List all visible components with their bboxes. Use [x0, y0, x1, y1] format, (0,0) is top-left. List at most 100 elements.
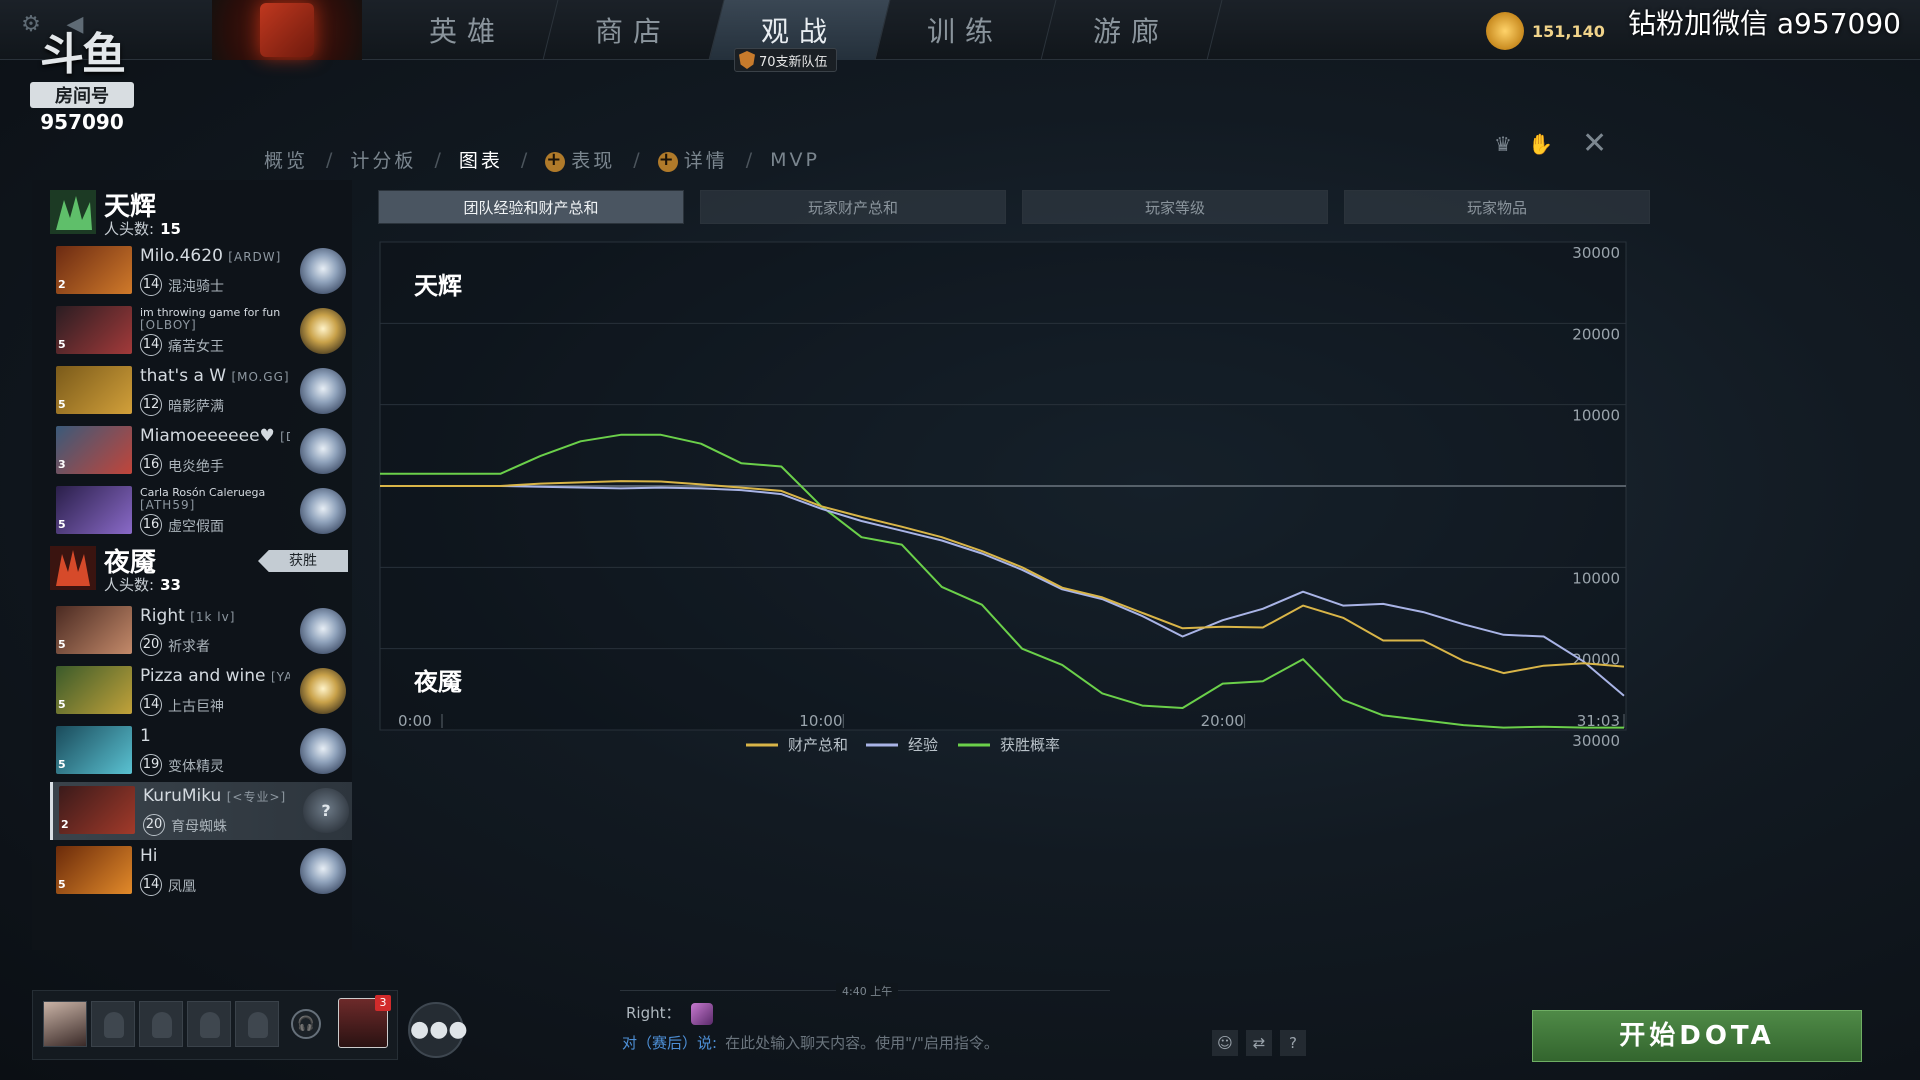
nav-arcade[interactable]: 游廊 — [1041, 0, 1223, 60]
nav-store[interactable]: 商店 — [543, 0, 725, 60]
party-slot-empty[interactable] — [91, 1001, 135, 1047]
crumb-overview[interactable]: 概览 — [264, 146, 308, 173]
party-slot-empty[interactable] — [139, 1001, 183, 1047]
friends-icon[interactable]: ●●● — [408, 1002, 468, 1058]
rank-medal-icon[interactable] — [300, 308, 346, 354]
hero-position: 2 — [58, 278, 66, 291]
rank-medal-icon[interactable] — [300, 668, 346, 714]
hero-portrait[interactable] — [56, 606, 132, 654]
rank-medal-icon[interactable] — [300, 608, 346, 654]
dire-area-label: 夜魇 — [413, 668, 463, 696]
hero-portrait[interactable] — [59, 786, 135, 834]
player-name[interactable]: Milo.4620 [ARDW] — [140, 246, 290, 266]
chat-channel[interactable]: 对（赛后）说: — [622, 1034, 717, 1052]
rank-medal-icon[interactable] — [300, 848, 346, 894]
thumb-icon[interactable]: ✋ — [1528, 132, 1553, 156]
player-row[interactable]: 5 Hi 14 凤凰 — [50, 842, 352, 900]
player-name-text: KuruMiku — [143, 786, 222, 806]
player-row[interactable]: 5 1 19 变体精灵 — [50, 722, 352, 780]
crumb-performance[interactable]: 表现 — [545, 146, 615, 173]
rank-medal-icon[interactable] — [300, 428, 346, 474]
player-row[interactable]: 3 Miamoeeeeee♥ [DETS] 16 电炎绝手 — [50, 422, 352, 480]
dota-logo-button[interactable] — [212, 0, 362, 60]
hero-position: 5 — [58, 338, 66, 351]
player-team-tag: [<专业>] — [226, 790, 287, 804]
hero-portrait[interactable] — [56, 426, 132, 474]
player-row[interactable]: 5 Right [1k lv] 20 祈求者 — [50, 602, 352, 660]
hero-portrait[interactable] — [56, 486, 132, 534]
crumb-separator: / — [745, 148, 753, 171]
rank-medal-icon[interactable]: ? — [303, 788, 349, 834]
player-name[interactable]: Right [1k lv] — [140, 606, 290, 626]
hero-level: 12 — [140, 394, 162, 416]
rank-medal-icon[interactable] — [300, 488, 346, 534]
player-row[interactable]: 5 Carla Rosón Caleruega [ATH59] 16 虚空假面 — [50, 482, 352, 540]
party-slot-empty[interactable] — [235, 1001, 279, 1047]
legend-label: 经验 — [908, 736, 938, 754]
player-name[interactable]: 1 — [140, 726, 290, 746]
chat-input[interactable]: 对（赛后）说: 在此处输入聊天内容。使用"/"启用指令。 — [622, 1032, 999, 1053]
new-teams-badge[interactable]: 70支新队伍 — [734, 48, 837, 72]
legend-label: 财产总和 — [788, 736, 848, 754]
crumb-scoreboard[interactable]: 计分板 — [350, 146, 416, 173]
crumb-graphs[interactable]: 图表 — [459, 146, 503, 173]
nav-watch-label: 观战 — [761, 15, 838, 48]
player-row[interactable]: 5 im throwing game for fun [OLBOY] 14 痛苦女王 — [50, 302, 352, 360]
kills-label: 人头数: — [104, 576, 155, 594]
player-name-text: Pizza and wine — [140, 666, 266, 686]
crumb-details[interactable]: 详情 — [657, 146, 728, 173]
nav-heroes[interactable]: 英雄 — [377, 0, 559, 60]
close-icon[interactable]: ✕ — [1582, 126, 1607, 161]
player-name[interactable]: KuruMiku [<专业>] — [143, 786, 293, 806]
hero-portrait[interactable] — [56, 246, 132, 294]
play-dota-button[interactable]: 开始DOTA — [1532, 1010, 1862, 1062]
graphs-panel: 团队经验和财产总和 玩家财产总和 玩家等级 玩家物品 30000 20000 100… — [352, 180, 1672, 950]
x-tick-label: 10:00 — [799, 712, 842, 730]
rank-medal-icon[interactable] — [300, 248, 346, 294]
player-row[interactable]: 5 Pizza and wine [YAHH] 14 上古巨神 — [50, 662, 352, 720]
voice-chat-icon[interactable]: 🎧 — [291, 1009, 321, 1039]
player-name[interactable]: Miamoeeeeee♥ [DETS] — [140, 426, 290, 446]
room-label: 房间号 — [30, 82, 134, 108]
radiant-emblem-icon — [50, 190, 96, 234]
emoji-icon[interactable]: ☺ — [1212, 1030, 1238, 1056]
player-name[interactable]: Pizza and wine [YAHH] — [140, 666, 290, 686]
hero-name: 虚空假面 — [168, 519, 224, 535]
crumb-mvp[interactable]: MVP — [770, 149, 820, 171]
hero-portrait[interactable] — [56, 306, 132, 354]
nav-store-label: 商店 — [595, 15, 672, 48]
chat-wheel-icon[interactable]: ⇄ — [1246, 1030, 1272, 1056]
player-name[interactable]: im throwing game for fun [OLBOY] — [140, 306, 290, 334]
radiant-kills: 人头数: 15 — [104, 218, 181, 239]
player-team-tag: [DETS] — [280, 430, 290, 444]
player-row[interactable]: 2 Milo.4620 [ARDW] 14 混沌骑士 — [50, 242, 352, 300]
y-tick-label: 30000 — [1572, 244, 1620, 262]
hero-name: 凤凰 — [168, 879, 196, 895]
team-roster-panel: 天辉 人头数: 15 夜魇 人头数: 33 获胜 2 Milo.4620 [ARDW]… — [32, 180, 352, 950]
chat-sender: Right： — [626, 1004, 681, 1022]
player-row[interactable]: 5 that's a W [MO.GG] 12 暗影萨满 — [50, 362, 352, 420]
notification-count: 3 — [375, 995, 391, 1011]
chat-placeholder: 在此处输入聊天内容。使用"/"启用指令。 — [725, 1034, 999, 1052]
currency-display[interactable]: 151,140 — [1486, 12, 1605, 50]
dota-logo-icon — [260, 3, 314, 57]
nav-learn[interactable]: 训练 — [875, 0, 1057, 60]
player-row[interactable]: 2 KuruMiku [<专业>] 20 育母蜘蛛? — [50, 782, 352, 840]
party-slot-me[interactable] — [43, 1001, 87, 1047]
notification-button[interactable]: 3 — [338, 995, 391, 1048]
player-name[interactable]: that's a W [MO.GG] — [140, 366, 290, 386]
hero-portrait[interactable] — [56, 666, 132, 714]
room-number: 957090 — [40, 110, 124, 134]
crown-icon[interactable]: ♛ — [1494, 132, 1512, 156]
player-name[interactable]: Carla Rosón Caleruega [ATH59] — [140, 486, 290, 514]
rank-medal-icon[interactable] — [300, 368, 346, 414]
party-slot-empty[interactable] — [187, 1001, 231, 1047]
hero-portrait[interactable] — [56, 846, 132, 894]
help-icon[interactable]: ? — [1280, 1030, 1306, 1056]
player-name[interactable]: Hi — [140, 846, 290, 866]
hero-position: 2 — [61, 818, 69, 831]
hero-portrait[interactable] — [56, 366, 132, 414]
dire-emblem-icon — [50, 546, 96, 590]
rank-medal-icon[interactable] — [300, 728, 346, 774]
hero-portrait[interactable] — [56, 726, 132, 774]
